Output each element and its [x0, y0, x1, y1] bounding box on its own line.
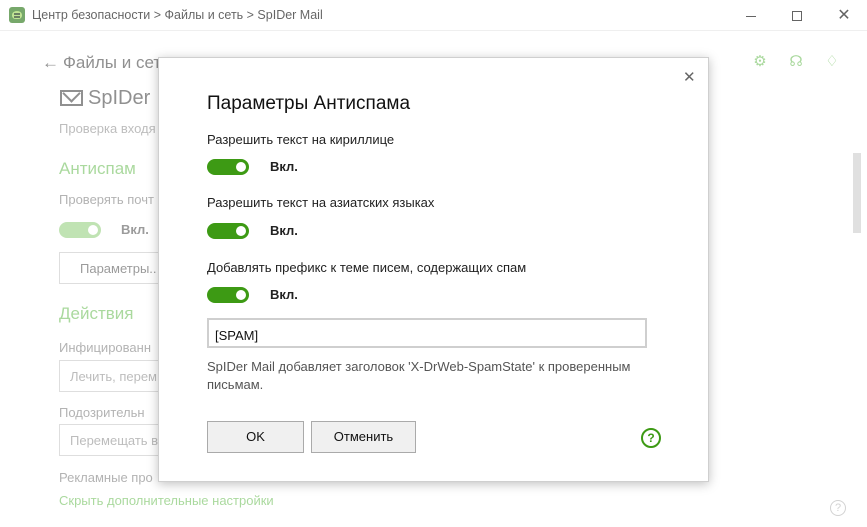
- asian-toggle-state: Вкл.: [270, 223, 298, 238]
- antispam-settings-dialog: ✕ Параметры Антиспама Разрешить текст на…: [158, 57, 709, 482]
- dialog-title: Параметры Антиспама: [207, 93, 411, 114]
- prefix-input[interactable]: [207, 318, 647, 348]
- cyrillic-toggle-state: Вкл.: [270, 159, 298, 174]
- asian-toggle[interactable]: [207, 223, 249, 239]
- cancel-button[interactable]: Отменить: [311, 421, 416, 453]
- cyrillic-toggle[interactable]: [207, 159, 249, 175]
- cyrillic-option-label: Разрешить текст на кириллице: [207, 132, 395, 147]
- help-icon[interactable]: ?: [641, 428, 661, 448]
- prefix-option-label: Добавлять префикс к теме писем, содержащ…: [207, 260, 527, 275]
- prefix-hint: SpIDer Mail добавляет заголовок 'X-DrWeb…: [207, 359, 631, 392]
- dialog-close-icon[interactable]: ✕: [683, 68, 696, 86]
- prefix-toggle[interactable]: [207, 287, 249, 303]
- prefix-toggle-state: Вкл.: [270, 287, 298, 302]
- ok-button[interactable]: OK: [207, 421, 304, 453]
- asian-option-label: Разрешить текст на азиатских языках: [207, 195, 435, 210]
